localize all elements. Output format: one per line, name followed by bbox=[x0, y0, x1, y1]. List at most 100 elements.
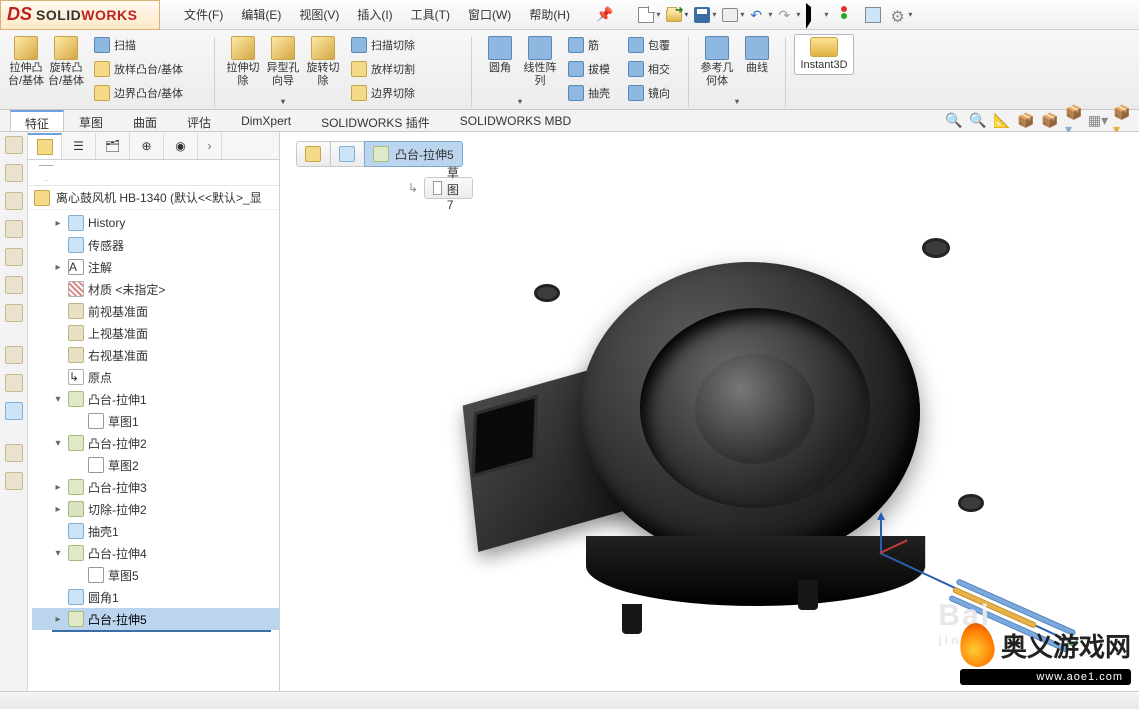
qat-print[interactable]: ▾ bbox=[719, 4, 747, 26]
tab-mbd[interactable]: SOLIDWORKS MBD bbox=[445, 110, 586, 131]
cmd-instant3d[interactable]: Instant3D bbox=[794, 34, 854, 75]
crumb-body[interactable] bbox=[330, 141, 364, 167]
cmd-boundary-boss[interactable]: 边界凸台/基体 bbox=[92, 82, 212, 104]
tab-evaluate[interactable]: 评估 bbox=[172, 110, 226, 131]
cmd-mirror[interactable]: 镜向 bbox=[626, 82, 686, 104]
tree-material[interactable]: 材质 <未指定> bbox=[32, 278, 279, 300]
qat-select[interactable]: ▾ bbox=[803, 4, 831, 26]
tree-extrude1[interactable]: ▾凸台-拉伸1 bbox=[32, 388, 279, 410]
qat-rebuild[interactable] bbox=[831, 4, 859, 26]
lt-icon-4[interactable] bbox=[5, 220, 23, 238]
tree-fillet1[interactable]: 圆角1 bbox=[32, 586, 279, 608]
lt-icon-8[interactable] bbox=[5, 346, 23, 364]
cmd-shell[interactable]: 抽壳 bbox=[566, 82, 626, 104]
display-style-icon[interactable]: 📦▾ bbox=[1065, 112, 1083, 130]
fm-tab-config[interactable]: 🗂 bbox=[96, 133, 130, 159]
cmd-rib[interactable]: 筋 bbox=[566, 34, 626, 56]
lt-icon-5[interactable] bbox=[5, 248, 23, 266]
cmd-fillet[interactable]: 圆角▾ bbox=[480, 34, 520, 90]
lt-icon-1[interactable] bbox=[5, 136, 23, 154]
cmd-extrude-boss[interactable]: 拉伸凸 台/基体 bbox=[6, 34, 46, 90]
cmd-boundary-cut[interactable]: 边界切除 bbox=[349, 82, 469, 104]
qat-save[interactable]: ▾ bbox=[691, 4, 719, 26]
tree-shell1[interactable]: 抽壳1 bbox=[32, 520, 279, 542]
tab-surfaces[interactable]: 曲面 bbox=[118, 110, 172, 131]
qat-new[interactable]: ▾ bbox=[635, 4, 663, 26]
tree-extrude3[interactable]: ▸凸台-拉伸3 bbox=[32, 476, 279, 498]
cmd-intersect[interactable]: 相交 bbox=[626, 58, 686, 80]
tab-features[interactable]: 特征 bbox=[10, 110, 64, 131]
hide-show-icon[interactable]: ▦▾ bbox=[1089, 112, 1107, 130]
tree-extrude4[interactable]: ▾凸台-拉伸4 bbox=[32, 542, 279, 564]
crumb-sketch[interactable]: 草图7 bbox=[424, 177, 473, 199]
cmd-extrude-cut[interactable]: 拉伸切 除▾ bbox=[223, 34, 263, 90]
cmd-wrap[interactable]: 包覆 bbox=[626, 34, 686, 56]
tree-history[interactable]: ▸History bbox=[32, 212, 279, 234]
menu-edit[interactable]: 编辑(E) bbox=[233, 2, 289, 27]
rollback-bar[interactable] bbox=[52, 630, 271, 632]
menu-file[interactable]: 文件(F) bbox=[176, 2, 231, 27]
cmd-revolve-boss[interactable]: 旋转凸 台/基体 bbox=[46, 34, 86, 90]
tree-sensors[interactable]: 传感器 bbox=[32, 234, 279, 256]
cmd-hole-wizard[interactable]: 异型孔 向导▾ bbox=[263, 34, 303, 90]
apply-scene-icon[interactable]: 📦▾ bbox=[1113, 112, 1131, 130]
fm-tab-display[interactable]: ◉ bbox=[164, 133, 198, 159]
previous-view-icon[interactable]: 📐 bbox=[993, 112, 1011, 130]
tree-top-plane[interactable]: 上视基准面 bbox=[32, 322, 279, 344]
tab-sw-addins[interactable]: SOLIDWORKS 插件 bbox=[306, 110, 445, 131]
tree-origin[interactable]: ↳原点 bbox=[32, 366, 279, 388]
tree-filter-row[interactable] bbox=[28, 160, 279, 186]
menu-view[interactable]: 视图(V) bbox=[291, 2, 347, 27]
fm-tab-dimxpert[interactable]: ⊕ bbox=[130, 133, 164, 159]
cmd-draft[interactable]: 拔模 bbox=[566, 58, 626, 80]
cmd-loft-boss[interactable]: 放样凸台/基体 bbox=[92, 58, 212, 80]
section-view-icon[interactable]: 📦 bbox=[1017, 112, 1035, 130]
graphics-viewport[interactable]: 凸台-拉伸5 ↳ 草图7 Baijingya 奥义游 bbox=[280, 132, 1139, 691]
menu-help[interactable]: 帮助(H) bbox=[521, 2, 578, 27]
lt-icon-9[interactable] bbox=[5, 374, 23, 392]
qat-open[interactable]: ➜▾ bbox=[663, 4, 691, 26]
tree-sketch2[interactable]: 草图2 bbox=[32, 454, 279, 476]
lt-icon-11[interactable] bbox=[5, 444, 23, 462]
qat-options[interactable] bbox=[859, 4, 887, 26]
tree-sketch1[interactable]: 草图1 bbox=[32, 410, 279, 432]
lt-icon-2[interactable] bbox=[5, 164, 23, 182]
view-orientation-icon[interactable]: 📦 bbox=[1041, 112, 1059, 130]
tree-right-plane[interactable]: 右视基准面 bbox=[32, 344, 279, 366]
menu-window[interactable]: 窗口(W) bbox=[460, 2, 519, 27]
cmd-loft-cut[interactable]: 放样切割 bbox=[349, 58, 469, 80]
tree-extrude2[interactable]: ▾凸台-拉伸2 bbox=[32, 432, 279, 454]
extrude-icon bbox=[68, 479, 84, 495]
lt-icon-12[interactable] bbox=[5, 472, 23, 490]
menu-tools[interactable]: 工具(T) bbox=[403, 2, 458, 27]
lt-icon-7[interactable] bbox=[5, 304, 23, 322]
menu-insert[interactable]: 插入(I) bbox=[349, 2, 400, 27]
fm-tab-overflow[interactable]: › bbox=[198, 133, 222, 159]
cmd-sweep-cut[interactable]: 扫描切除 bbox=[349, 34, 469, 56]
qat-settings[interactable]: ⚙▾ bbox=[887, 4, 915, 26]
fm-tab-property[interactable]: ☰ bbox=[62, 133, 96, 159]
tab-dimxpert[interactable]: DimXpert bbox=[226, 110, 306, 131]
tree-front-plane[interactable]: 前视基准面 bbox=[32, 300, 279, 322]
qat-undo[interactable]: ↶▾ bbox=[747, 4, 775, 26]
pin-icon[interactable]: 📌 bbox=[588, 2, 621, 27]
lt-icon-10[interactable] bbox=[5, 402, 23, 420]
qat-redo[interactable]: ↷▾ bbox=[775, 4, 803, 26]
cmd-sweep-boss[interactable]: 扫描 bbox=[92, 34, 212, 56]
crumb-part[interactable] bbox=[296, 141, 330, 167]
cmd-curves[interactable]: 曲线▾ bbox=[737, 34, 777, 90]
lt-icon-3[interactable] bbox=[5, 192, 23, 210]
zoom-to-fit-icon[interactable]: 🔍 bbox=[945, 112, 963, 130]
tree-root[interactable]: 离心鼓风机 HB-1340 (默认<<默认>_显 bbox=[28, 186, 279, 210]
tree-sketch5[interactable]: 草图5 bbox=[32, 564, 279, 586]
tree-extrude5[interactable]: ▸凸台-拉伸5 bbox=[32, 608, 279, 630]
tab-sketch[interactable]: 草图 bbox=[64, 110, 118, 131]
cmd-linear-pattern[interactable]: 线性阵 列▾ bbox=[520, 34, 560, 90]
lt-icon-6[interactable] bbox=[5, 276, 23, 294]
tree-annotations[interactable]: ▸A注解 bbox=[32, 256, 279, 278]
fm-tab-feature-tree[interactable] bbox=[28, 133, 62, 159]
cmd-revolve-cut[interactable]: 旋转切 除▾ bbox=[303, 34, 343, 90]
zoom-area-icon[interactable]: 🔍 bbox=[969, 112, 987, 130]
cmd-reference-geometry[interactable]: 参考几 何体▾ bbox=[697, 34, 737, 90]
tree-cut2[interactable]: ▸切除-拉伸2 bbox=[32, 498, 279, 520]
